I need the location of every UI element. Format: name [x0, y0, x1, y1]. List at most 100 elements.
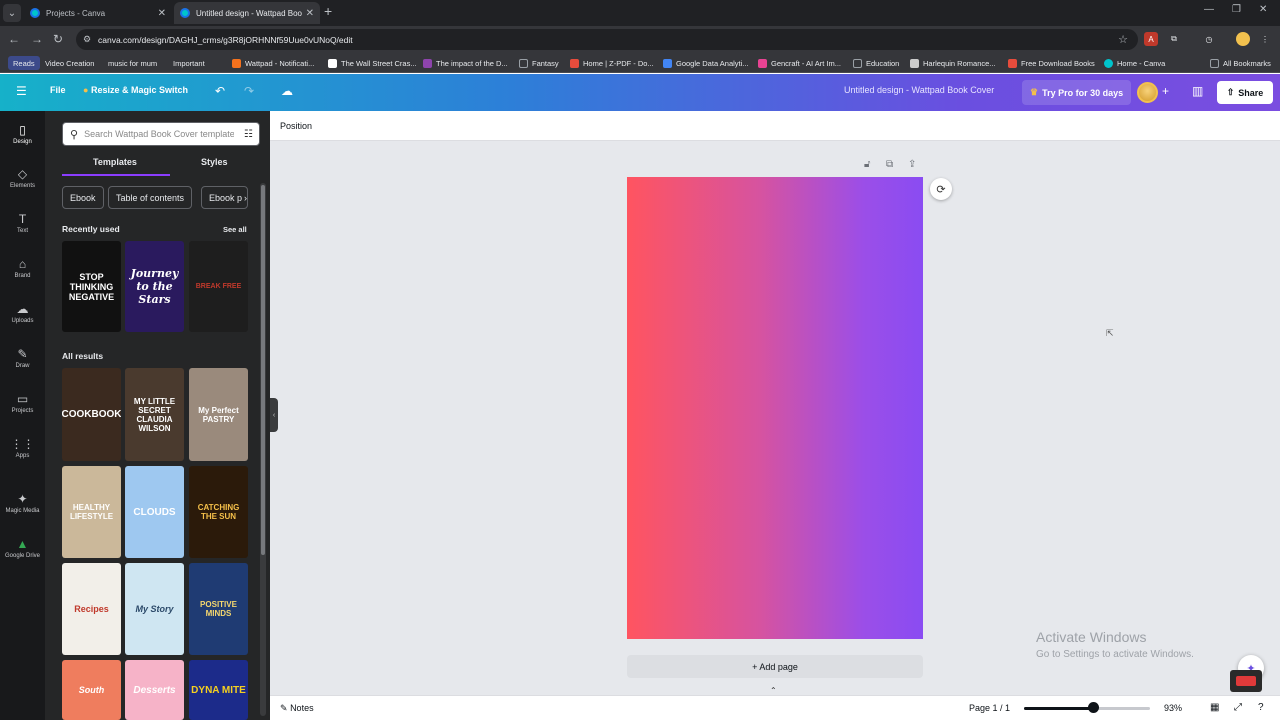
- bookmark-item[interactable]: music for mum: [108, 56, 157, 70]
- zoom-percentage[interactable]: 93%: [1164, 703, 1182, 713]
- resize-magic-switch-button[interactable]: ● Resize & Magic Switch: [83, 85, 188, 95]
- redo-icon[interactable]: ↷: [244, 84, 254, 98]
- adblock-overlay-icon[interactable]: [1230, 670, 1262, 692]
- all-bookmarks[interactable]: All Bookmarks: [1210, 56, 1271, 70]
- profile-avatar[interactable]: [1236, 32, 1250, 46]
- panel-scroll-thumb[interactable]: [261, 185, 265, 555]
- adblock-extension-icon[interactable]: A: [1144, 32, 1158, 46]
- chip-table-of-contents[interactable]: Table of contents: [108, 186, 193, 209]
- add-collaborator-icon[interactable]: +: [1162, 84, 1169, 98]
- bookmark-item[interactable]: Home | Z-PDF - Do...: [570, 56, 654, 70]
- add-page-icon[interactable]: ⇪: [908, 159, 916, 170]
- address-bar[interactable]: ⚙ canva.com/design/DAGHJ_crms/g3R8jORHNN…: [76, 29, 1138, 50]
- chevron-up-icon[interactable]: ⌃: [770, 686, 777, 695]
- template-thumb[interactable]: My Story: [125, 563, 184, 655]
- zoom-slider[interactable]: [1024, 707, 1150, 710]
- template-thumb[interactable]: POSITIVE MINDS: [189, 563, 248, 655]
- reload-icon[interactable]: ↻: [53, 32, 63, 46]
- recent-template-thumb[interactable]: STOP THINKING NEGATIVE: [62, 241, 121, 332]
- cloud-save-icon[interactable]: ☁: [281, 84, 293, 98]
- file-menu[interactable]: File: [50, 85, 66, 95]
- bookmark-item[interactable]: Reads: [8, 56, 40, 70]
- history-icon[interactable]: ◷: [1202, 32, 1216, 46]
- new-tab-button[interactable]: +: [324, 3, 332, 19]
- template-thumb[interactable]: DYNA MITE: [189, 660, 248, 720]
- browser-tab-untitled-design[interactable]: Untitled design - Wattpad Book ✕: [174, 2, 320, 24]
- position-button[interactable]: Position: [280, 121, 312, 131]
- bookmark-item[interactable]: Google Data Analyti...: [663, 56, 749, 70]
- page-indicator[interactable]: Page 1 / 1: [969, 703, 1010, 713]
- bookmark-item[interactable]: The Wall Street Cras...: [328, 56, 417, 70]
- see-all-link[interactable]: See all: [223, 225, 247, 234]
- design-title[interactable]: Untitled design - Wattpad Book Cover: [844, 85, 994, 95]
- bookmark-item[interactable]: Home - Canva: [1104, 56, 1165, 70]
- template-thumb[interactable]: HEALTHY LIFESTYLE: [62, 466, 121, 558]
- template-thumb[interactable]: Desserts: [125, 660, 184, 720]
- template-thumb[interactable]: South: [62, 660, 121, 720]
- regenerate-icon[interactable]: ⟳: [930, 178, 952, 200]
- bookmark-item[interactable]: Fantasy: [519, 56, 559, 70]
- rail-google-drive[interactable]: ▲ Google Drive: [0, 537, 45, 559]
- rail-text[interactable]: T Text: [0, 212, 45, 234]
- forward-icon[interactable]: →: [31, 32, 43, 46]
- template-thumb[interactable]: MY LITTLE SECRET CLAUDIA WILSON: [125, 368, 184, 461]
- rail-apps[interactable]: ⋮⋮ Apps: [0, 437, 45, 459]
- chip-ebook-more[interactable]: Ebook p ›: [201, 186, 248, 209]
- rail-projects[interactable]: ▭ Projects: [0, 392, 45, 414]
- bookmark-item[interactable]: Important: [173, 56, 205, 70]
- bookmark-item[interactable]: Video Creation: [45, 56, 94, 70]
- filter-icon[interactable]: ☷: [244, 129, 253, 140]
- site-info-icon[interactable]: ⚙: [83, 34, 91, 45]
- share-button[interactable]: ⇧ Share: [1217, 81, 1273, 104]
- recent-template-thumb[interactable]: BREAK FREE: [189, 241, 248, 332]
- template-thumb[interactable]: COOKBOOK: [62, 368, 121, 461]
- browser-tab-projects[interactable]: Projects - Canva ✕: [24, 2, 172, 24]
- template-thumb[interactable]: CLOUDS: [125, 466, 184, 558]
- chip-ebook[interactable]: Ebook: [62, 186, 104, 209]
- close-icon[interactable]: ✕: [158, 8, 166, 19]
- design-page[interactable]: [627, 177, 923, 639]
- try-pro-button[interactable]: ♛ Try Pro for 30 days: [1022, 80, 1132, 105]
- bookmark-star-icon[interactable]: ☆: [1118, 33, 1128, 46]
- bookmark-item[interactable]: Harlequin Romance...: [910, 56, 996, 70]
- template-thumb[interactable]: Recipes: [62, 563, 121, 655]
- tab-styles[interactable]: Styles: [201, 157, 228, 167]
- rail-brand[interactable]: ⌂ Brand: [0, 257, 45, 279]
- back-icon[interactable]: ←: [8, 32, 20, 46]
- rail-magic-media[interactable]: ✦ Magic Media: [0, 492, 45, 514]
- recent-template-thumb[interactable]: Journey to the Stars: [125, 241, 184, 332]
- bookmark-item[interactable]: Wattpad - Notificati...: [232, 56, 314, 70]
- browser-menu-icon[interactable]: ⋮: [1258, 32, 1272, 46]
- insights-chart-icon[interactable]: ▥: [1192, 84, 1203, 98]
- fullscreen-icon[interactable]: ⤢: [1234, 702, 1242, 713]
- grid-view-icon[interactable]: ▦: [1210, 702, 1219, 713]
- minimize-icon[interactable]: —: [1204, 4, 1214, 15]
- undo-icon[interactable]: ↶: [215, 84, 225, 98]
- hamburger-menu-icon[interactable]: ☰: [16, 84, 27, 98]
- tab-search-button[interactable]: ⌄: [3, 4, 21, 22]
- bookmark-item[interactable]: Gencraft - AI Art Im...: [758, 56, 841, 70]
- bookmark-item[interactable]: The impact of the D...: [423, 56, 508, 70]
- template-search-input[interactable]: ⚲ Search Wattpad Book Cover templates ☷: [62, 122, 260, 146]
- extensions-icon[interactable]: ⧉: [1167, 32, 1181, 46]
- template-thumb[interactable]: CATCHING THE SUN: [189, 466, 248, 558]
- rail-elements[interactable]: ◇ Elements: [0, 167, 45, 189]
- collapse-panel-handle[interactable]: ‹: [270, 398, 278, 432]
- add-page-button[interactable]: + Add page: [627, 655, 923, 678]
- user-avatar[interactable]: [1137, 82, 1158, 103]
- bookmark-item[interactable]: Education: [853, 56, 899, 70]
- rail-draw[interactable]: ✎ Draw: [0, 347, 45, 369]
- close-icon[interactable]: ✕: [306, 8, 314, 19]
- help-icon[interactable]: ?: [1258, 702, 1264, 713]
- lock-icon[interactable]: 🔓︎: [864, 159, 870, 170]
- tab-templates[interactable]: Templates: [93, 157, 137, 167]
- template-thumb[interactable]: My Perfect PASTRY: [189, 368, 248, 461]
- restore-icon[interactable]: ❐: [1232, 4, 1241, 15]
- window-close-icon[interactable]: ✕: [1259, 4, 1267, 15]
- rail-uploads[interactable]: ☁ Uploads: [0, 302, 45, 324]
- duplicate-page-icon[interactable]: ⧉: [886, 159, 893, 170]
- bookmark-item[interactable]: Free Download Books: [1008, 56, 1095, 70]
- zoom-slider-knob[interactable]: [1088, 702, 1100, 713]
- notes-button[interactable]: ✎ Notes: [280, 703, 314, 714]
- rail-design[interactable]: ▯ Design: [0, 123, 45, 145]
